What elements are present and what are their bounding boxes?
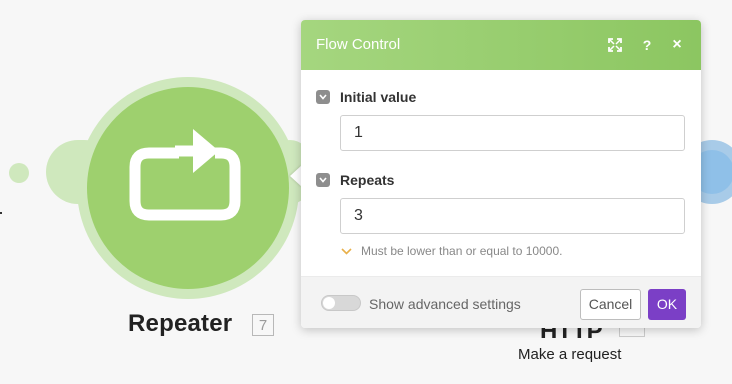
expand-button[interactable] [605, 35, 625, 55]
dialog-header: Flow Control ? × [301, 20, 701, 70]
ok-button[interactable]: OK [648, 289, 686, 320]
dialog-title: Flow Control [316, 36, 401, 53]
cancel-button[interactable]: Cancel [580, 289, 641, 320]
flow-control-dialog: Flow Control ? × Initial value 1 Repeats… [301, 20, 701, 328]
advanced-settings-toggle[interactable] [321, 295, 361, 311]
repeat-icon [129, 129, 241, 221]
repeats-hint: Must be lower than or equal to 10000. [341, 244, 562, 258]
repeats-header[interactable]: Repeats [316, 172, 394, 188]
repeats-hint-text: Must be lower than or equal to 10000. [361, 244, 563, 258]
close-button[interactable]: × [667, 35, 687, 55]
initial-value-label: Initial value [340, 89, 417, 105]
repeats-label: Repeats [340, 172, 395, 188]
http-module-label: Make a request [518, 346, 622, 363]
dialog-footer: Show advanced settings Cancel OK [301, 276, 701, 328]
initial-value-header[interactable]: Initial value [316, 89, 416, 105]
module-name: Repeater [128, 310, 233, 337]
repeats-input[interactable]: 3 [340, 198, 685, 234]
initial-value-input[interactable]: 1 [340, 115, 685, 151]
module-count-badge: 7 [252, 314, 274, 336]
expand-icon [608, 38, 622, 52]
toggle-knob [323, 297, 335, 309]
chevron-down-icon [341, 247, 352, 255]
help-button[interactable]: ? [637, 35, 657, 55]
collapse-initial-value-icon[interactable] [316, 90, 330, 104]
connector-dot [9, 163, 29, 183]
advanced-settings-label[interactable]: Show advanced settings [369, 296, 521, 312]
collapse-repeats-icon[interactable] [316, 173, 330, 187]
connector-tick [0, 212, 2, 214]
